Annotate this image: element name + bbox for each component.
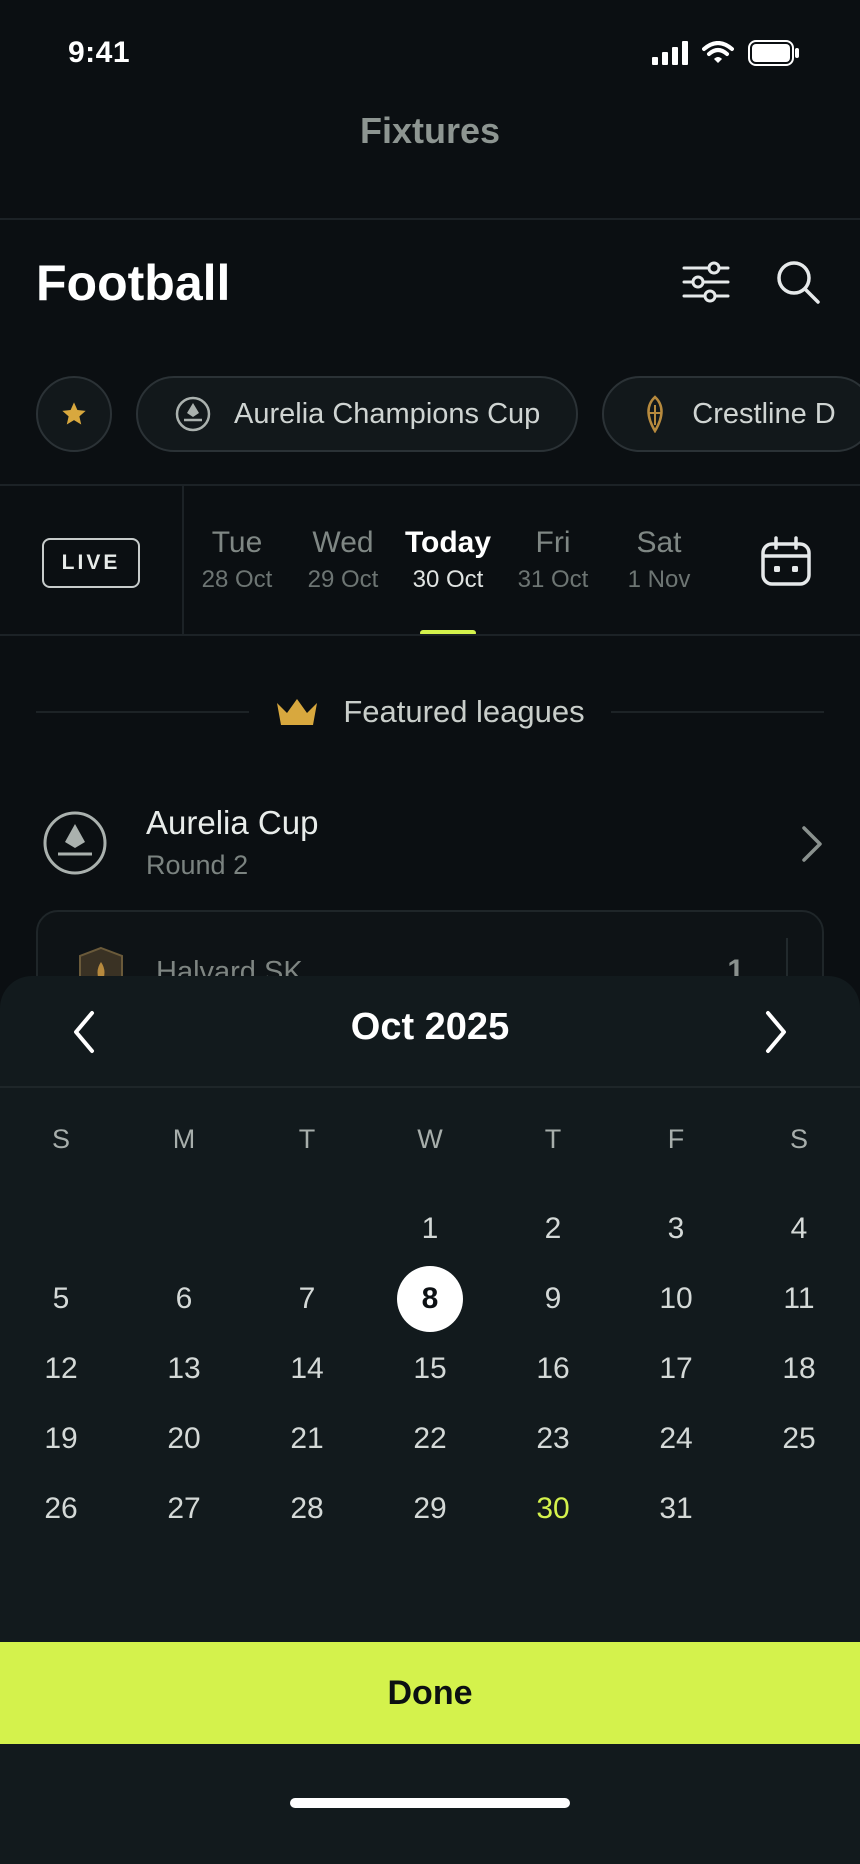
search-button[interactable] bbox=[772, 256, 824, 308]
weekday-label: S bbox=[51, 1124, 70, 1154]
calendar-day[interactable]: 29 bbox=[397, 1476, 463, 1542]
calendar-day[interactable]: 26 bbox=[28, 1476, 94, 1542]
nav-divider bbox=[0, 218, 860, 220]
day-tab-tue[interactable]: Tue 28 Oct bbox=[182, 526, 292, 594]
status-bar: 9:41 bbox=[0, 0, 860, 110]
sliders-icon bbox=[682, 261, 730, 303]
chevron-right-icon bbox=[766, 1011, 786, 1053]
calendar-button[interactable] bbox=[756, 532, 816, 592]
calendar-day[interactable]: 19 bbox=[28, 1406, 94, 1472]
league-chip-crestline[interactable]: Crestline D bbox=[602, 376, 860, 452]
live-button[interactable]: LIVE bbox=[42, 538, 140, 588]
calendar-day[interactable]: 22 bbox=[397, 1406, 463, 1472]
day-date: 28 Oct bbox=[201, 566, 273, 593]
calendar-day[interactable]: 5 bbox=[28, 1266, 94, 1332]
weekday-label: W bbox=[417, 1124, 443, 1154]
chevron-right-icon bbox=[802, 826, 822, 862]
league-chip-aurelia[interactable]: Aurelia Champions Cup bbox=[136, 376, 579, 452]
calendar-day[interactable]: 27 bbox=[151, 1476, 217, 1542]
calendar-day[interactable]: 4 bbox=[766, 1196, 832, 1262]
calendar-day[interactable]: 28 bbox=[274, 1476, 340, 1542]
weekday-label: T bbox=[544, 1124, 562, 1154]
calendar-day[interactable]: 9 bbox=[520, 1266, 586, 1332]
day-date: 31 Oct bbox=[517, 566, 589, 593]
calendar-day[interactable]: 18 bbox=[766, 1336, 832, 1402]
calendar-day[interactable]: 2 bbox=[520, 1196, 586, 1262]
battery-icon bbox=[748, 40, 799, 66]
calendar-day[interactable]: 7 bbox=[274, 1266, 340, 1332]
weekday-header: SMTWTFS bbox=[0, 1124, 860, 1164]
crown-icon bbox=[277, 699, 318, 725]
day-name: Sat bbox=[636, 526, 682, 559]
calendar-day[interactable]: 10 bbox=[643, 1266, 709, 1332]
calendar-day[interactable]: 11 bbox=[766, 1266, 832, 1332]
featured-label: Featured leagues bbox=[275, 694, 585, 730]
next-month-button[interactable] bbox=[748, 1002, 804, 1062]
favorites-chip[interactable] bbox=[36, 376, 112, 452]
filter-button[interactable] bbox=[680, 256, 732, 308]
day-date: 30 Oct bbox=[412, 566, 484, 593]
heading-line bbox=[610, 711, 824, 713]
league-row-aurelia-cup[interactable]: Aurelia Cup Round 2 bbox=[40, 800, 824, 884]
month-title: Oct 2025 bbox=[350, 1006, 510, 1048]
league-chips: Aurelia Champions Cup Crestline D bbox=[36, 376, 860, 452]
day-name: Wed bbox=[312, 526, 374, 559]
weekday-label: T bbox=[298, 1124, 316, 1154]
search-icon bbox=[777, 261, 820, 304]
day-tab-fri[interactable]: Fri 31 Oct bbox=[498, 526, 608, 594]
chip-label: Crestline D bbox=[692, 397, 836, 430]
day-name: Today bbox=[404, 526, 492, 559]
calendar-day[interactable]: 21 bbox=[274, 1406, 340, 1472]
chip-label: Aurelia Champions Cup bbox=[234, 397, 541, 430]
heading-line bbox=[36, 711, 250, 713]
weekday-label: F bbox=[667, 1124, 685, 1154]
wifi-icon bbox=[702, 41, 734, 63]
day-tab-today[interactable]: Today 30 Oct bbox=[393, 526, 503, 594]
day-name: Fri bbox=[535, 526, 571, 559]
calendar-day[interactable]: 13 bbox=[151, 1336, 217, 1402]
league-shield-icon bbox=[43, 811, 107, 875]
calendar-day[interactable]: 14 bbox=[274, 1336, 340, 1402]
featured-text: Featured leagues bbox=[343, 694, 585, 729]
league-round: Round 2 bbox=[146, 850, 249, 880]
nav-title: Fixtures bbox=[359, 110, 501, 151]
day-tab-sat[interactable]: Sat 1 Nov bbox=[604, 526, 714, 594]
home-indicator bbox=[290, 1798, 570, 1808]
date-bar-divider bbox=[0, 634, 860, 636]
calendar-day[interactable]: 31 bbox=[643, 1476, 709, 1542]
calendar-day[interactable]: 16 bbox=[520, 1336, 586, 1402]
sheet-divider bbox=[0, 1086, 860, 1088]
page-title: Football bbox=[36, 255, 231, 311]
calendar-day[interactable]: 25 bbox=[766, 1406, 832, 1472]
calendar-day[interactable]: 12 bbox=[28, 1336, 94, 1402]
status-time: 9:41 bbox=[68, 36, 131, 69]
league-name: Aurelia Cup bbox=[146, 804, 319, 841]
calendar-day[interactable]: 30 bbox=[520, 1476, 586, 1542]
date-bar: LIVE Tue 28 Oct Wed 29 Oct Today 30 Oct … bbox=[0, 486, 860, 636]
calendar-day[interactable]: 17 bbox=[643, 1336, 709, 1402]
star-icon bbox=[62, 402, 86, 425]
signal-icon bbox=[652, 41, 688, 65]
calendar-day[interactable]: 20 bbox=[151, 1406, 217, 1472]
league-leaf-icon bbox=[647, 395, 664, 433]
day-name: Tue bbox=[211, 526, 263, 559]
calendar-day[interactable]: 8 bbox=[397, 1266, 463, 1332]
day-tab-wed[interactable]: Wed 29 Oct bbox=[288, 526, 398, 594]
day-date: 1 Nov bbox=[627, 566, 691, 593]
calendar-day[interactable]: 23 bbox=[520, 1406, 586, 1472]
league-shield-icon bbox=[175, 396, 211, 432]
day-date: 29 Oct bbox=[307, 566, 379, 593]
calendar-icon bbox=[761, 536, 811, 586]
calendar-day[interactable]: 1 bbox=[397, 1196, 463, 1262]
weekday-label: S bbox=[789, 1124, 808, 1154]
weekday-label: M bbox=[172, 1124, 196, 1154]
calendar-day[interactable]: 15 bbox=[397, 1336, 463, 1402]
calendar-day[interactable]: 6 bbox=[151, 1266, 217, 1332]
calendar-day[interactable]: 3 bbox=[643, 1196, 709, 1262]
featured-leagues-heading: Featured leagues bbox=[36, 692, 824, 732]
status-icons bbox=[652, 40, 800, 66]
calendar-day[interactable]: 24 bbox=[643, 1406, 709, 1472]
done-button[interactable]: Done bbox=[0, 1642, 860, 1744]
